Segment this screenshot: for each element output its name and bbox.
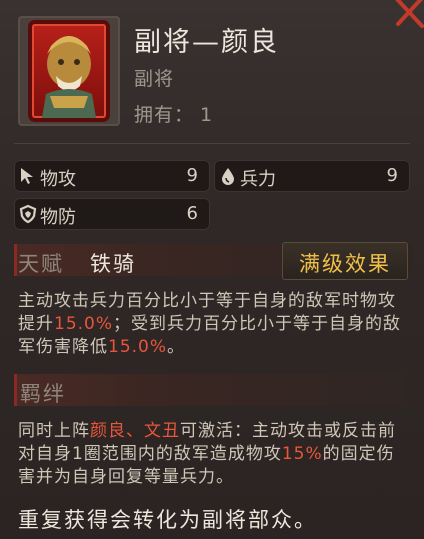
talent-desc-value: 15.0%: [54, 314, 114, 334]
bond-description: 同时上阵颜良、文丑可激活：主动攻击或反击前对自身1圈范围内的敌军造成物攻15%的…: [18, 420, 410, 489]
stat-label: 物攻: [40, 169, 76, 190]
bond-desc-text: 同时上阵: [18, 421, 90, 441]
talent-desc-text: 。: [167, 337, 186, 357]
shield-icon: [19, 204, 37, 224]
stat-label: 兵力: [240, 169, 276, 190]
owned-value: 1: [200, 104, 214, 126]
talent-desc-value: 15.0%: [108, 337, 168, 357]
portrait-frame: [18, 16, 120, 126]
talent-description: 主动攻击兵力百分比小于等于自身的敌军时物攻提升15.0%；受到兵力百分比小于等于…: [18, 290, 410, 359]
stat-label: 物防: [40, 207, 76, 228]
water-drop-icon: [222, 168, 234, 185]
bond-general-name: 文丑: [144, 421, 180, 441]
bond-separator: 、: [126, 421, 144, 441]
talent-header: 天赋: [18, 252, 64, 276]
footer-note: 重复获得会转化为副将部众。: [18, 508, 317, 532]
bond-general-name: 颜良: [90, 421, 126, 441]
bond-header-bar: [14, 374, 413, 406]
close-button[interactable]: [386, 0, 424, 34]
max-level-effect-button[interactable]: 满级效果: [282, 242, 408, 280]
bond-header: 羁绊: [20, 382, 66, 406]
owned-label: 拥有：: [134, 104, 195, 126]
max-level-effect-label: 满级效果: [299, 252, 391, 276]
stat-troops: 兵力 9: [214, 160, 410, 192]
general-type: 副将: [134, 68, 175, 90]
stat-physical-attack: 物攻 9: [14, 160, 210, 192]
stat-value: 9: [186, 165, 198, 186]
sword-cursor-icon: [21, 168, 33, 184]
stat-value: 6: [186, 203, 198, 224]
close-icon: [395, 0, 424, 28]
general-portrait: [32, 24, 106, 118]
divider: [14, 143, 410, 144]
stat-physical-defense: 物防 6: [14, 198, 210, 230]
stat-value: 9: [386, 165, 398, 186]
general-detail-panel: 副将—颜良 副将 拥有： 1 物攻 9 兵力 9 物防 6 天赋 铁骑 满级效果 …: [0, 0, 424, 539]
general-title: 副将—颜良: [134, 27, 279, 58]
owned-count: 拥有： 1: [134, 100, 213, 127]
bond-desc-value: 15%: [281, 444, 323, 464]
talent-skill-name: 铁骑: [90, 252, 136, 276]
